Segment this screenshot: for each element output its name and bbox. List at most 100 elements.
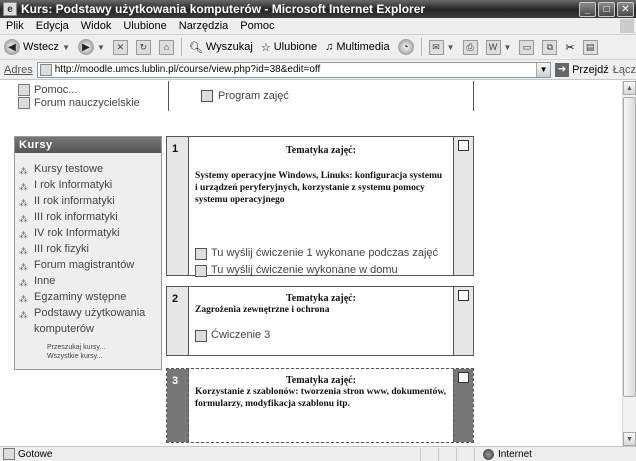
security-zone: Internet: [474, 447, 636, 461]
windows-logo-icon: [620, 19, 634, 33]
show-only-topic-checkbox[interactable]: [458, 372, 469, 383]
copy-icon: ⧉: [542, 39, 558, 55]
edit-button[interactable]: W ▼: [482, 39, 516, 55]
chevron-down-icon: ▼: [62, 42, 70, 52]
print-button[interactable]: ⎙: [459, 39, 482, 55]
courses-list: ⁂ Kursy testowe ⁂ I rok Informatyki ⁂ II ro…: [15, 153, 161, 343]
status-bar: Gotowe Internet: [0, 446, 636, 461]
maximize-button[interactable]: □: [598, 1, 615, 17]
course-category-icon: ⁂: [19, 294, 28, 304]
topic-body: Tematyka zajęć: Systemy operacyjne Windo…: [189, 137, 453, 278]
chevron-down-icon: ▼: [446, 42, 455, 52]
minimize-button[interactable]: _: [579, 1, 596, 17]
assignment-link[interactable]: Tu wyślij ćwiczenie 1 wykonane podczas z…: [195, 246, 447, 261]
forward-arrow-icon: ▶: [77, 39, 94, 55]
menu-ulubione[interactable]: Ulubione: [117, 20, 172, 32]
courses-block: Kursy ⁂ Kursy testowe ⁂ I rok Informatyki …: [14, 136, 162, 370]
scrollbar-thumb[interactable]: [623, 97, 636, 397]
discuss-button[interactable]: ▭: [515, 39, 538, 55]
course-item[interactable]: ⁂ Forum magistrantów: [19, 257, 157, 273]
course-item[interactable]: ⁂ IV rok Informatyki: [19, 225, 157, 241]
forum-icon: [18, 96, 30, 109]
course-item[interactable]: ⁂ Kursy testowe: [19, 161, 157, 177]
search-courses-link[interactable]: Przeszukaj kursy...: [15, 343, 161, 352]
refresh-icon: ↻: [135, 39, 151, 55]
vertical-scrollbar[interactable]: ▲ ▼: [622, 81, 636, 446]
go-button[interactable]: ➔ Przejdź: [551, 62, 613, 77]
program-link[interactable]: Program zajęć: [168, 81, 474, 111]
word-icon: W: [485, 39, 501, 55]
course-category-icon: ⁂: [19, 278, 28, 288]
menu-plik[interactable]: Plik: [0, 20, 30, 32]
help-link[interactable]: Pomoc...: [18, 83, 158, 96]
mail-icon: ✉: [428, 39, 444, 55]
forward-button[interactable]: ▶ ▼: [74, 39, 109, 55]
toolbar-divider: [180, 38, 182, 56]
topic-description: Systemy operacyjne Windows, Linuks: konf…: [195, 171, 443, 205]
course-item[interactable]: ⁂ II rok informatyki: [19, 193, 157, 209]
course-item[interactable]: ⁂ III rok fizyki: [19, 241, 157, 257]
status-text-area: Gotowe: [0, 448, 420, 460]
menu-widok[interactable]: Widok: [75, 20, 118, 32]
topic-heading: Tematyka zajęć:: [286, 145, 356, 156]
paste-button[interactable]: ▤: [579, 39, 602, 55]
assignment-link[interactable]: Tu wyślij ćwiczenie wykonane w domu: [195, 263, 447, 278]
address-label: Adres: [4, 63, 33, 76]
show-only-topic-checkbox[interactable]: [458, 290, 469, 301]
teacher-forum-link[interactable]: Forum nauczycielskie: [18, 96, 158, 109]
print-icon: ⎙: [462, 39, 478, 55]
all-courses-link[interactable]: Wszystkie kursy...: [15, 352, 161, 369]
zone-label: Internet: [498, 448, 532, 460]
teacher-forum-label: Forum nauczycielskie: [34, 96, 140, 109]
history-button[interactable]: ◔: [394, 39, 418, 55]
course-item[interactable]: ⁂ Podstawy użytkowania komputerów: [19, 305, 157, 337]
course-category-icon: ⁂: [19, 166, 28, 176]
address-dropdown-button[interactable]: ▼: [536, 62, 551, 77]
exercise-link[interactable]: Ćwiczenie 3: [195, 328, 447, 343]
search-button[interactable]: 🔍︎ Wyszukaj: [185, 41, 257, 54]
topic-number: 3: [167, 369, 189, 442]
show-only-topic-checkbox[interactable]: [458, 140, 469, 151]
links-label[interactable]: Łącz: [613, 64, 636, 76]
course-label: Podstawy użytkowania komputerów: [34, 307, 146, 335]
multimedia-label: Multimedia: [336, 41, 390, 53]
stop-button[interactable]: ✕: [109, 39, 132, 55]
course-item[interactable]: ⁂ Egzaminy wstępne: [19, 289, 157, 305]
back-arrow-icon: ◀: [4, 39, 20, 55]
globe-icon: [483, 448, 494, 460]
back-button[interactable]: ◀ Wstecz ▼: [0, 39, 74, 55]
scroll-up-icon[interactable]: ▲: [623, 81, 636, 95]
topic-description: Zagrożenia zewnętrzne i ochrona: [195, 305, 330, 315]
scroll-down-icon[interactable]: ▼: [623, 432, 636, 446]
topic-side: [453, 137, 473, 275]
menu-narzedzia[interactable]: Narzędzia: [173, 20, 235, 32]
course-category-icon: ⁂: [19, 262, 28, 272]
address-url: http://moodle.umcs.lublin.pl/course/view…: [54, 64, 321, 75]
course-item[interactable]: ⁂ III rok informatyki: [19, 209, 157, 225]
exercise-label: Ćwiczenie 3: [211, 329, 271, 341]
home-icon: ⌂: [158, 39, 174, 55]
course-category-icon: ⁂: [19, 214, 28, 224]
favorites-button[interactable]: ☆ Ulubione: [257, 41, 321, 54]
menu-pomoc[interactable]: Pomoc: [234, 20, 280, 32]
resource-icon: [195, 329, 207, 342]
mail-button[interactable]: ✉ ▼: [425, 39, 459, 55]
course-label: Egzaminy wstępne: [34, 291, 127, 303]
course-category-icon: ⁂: [19, 246, 28, 256]
favorites-label: Ulubione: [273, 41, 318, 53]
close-button[interactable]: ✕: [617, 1, 634, 17]
topic-section-1: 1 Tematyka zajęć: Systemy operacyjne Win…: [166, 136, 474, 278]
topic-section-2: 2 Tematyka zajęć: Zagrożenia zewnętrzne …: [166, 286, 474, 356]
copy-button[interactable]: ⧉: [538, 39, 561, 55]
refresh-button[interactable]: ↻: [132, 39, 155, 55]
course-item[interactable]: ⁂ I rok Informatyki: [19, 177, 157, 193]
multimedia-button[interactable]: ♫ Multimedia: [321, 41, 393, 53]
course-item[interactable]: ⁂ Inne: [19, 273, 157, 289]
cut-button[interactable]: ✂: [561, 41, 578, 54]
home-button[interactable]: ⌂: [155, 39, 178, 55]
address-input[interactable]: http://moodle.umcs.lublin.pl/course/view…: [36, 61, 552, 78]
back-label: Wstecz: [23, 41, 60, 53]
status-cell: [438, 447, 456, 461]
window-title: Kurs: Podstawy użytkowania komputerów - …: [21, 2, 426, 16]
menu-edycja[interactable]: Edycja: [30, 20, 75, 32]
